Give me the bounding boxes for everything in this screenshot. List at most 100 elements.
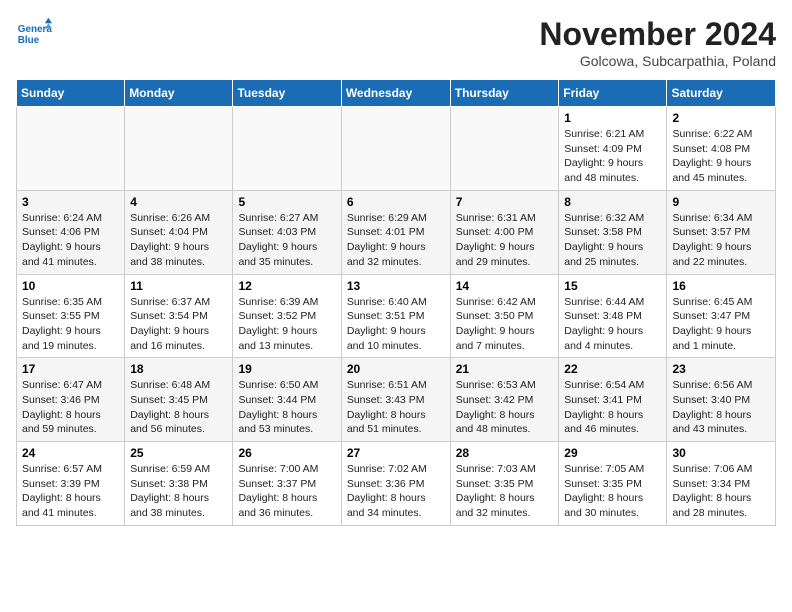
calendar-cell: 8 Sunrise: 6:32 AM Sunset: 3:58 PM Daylig… <box>559 190 667 274</box>
day-info: Sunrise: 6:40 AM Sunset: 3:51 PM Dayligh… <box>347 295 445 354</box>
calendar-cell: 3 Sunrise: 6:24 AM Sunset: 4:06 PM Daylig… <box>17 190 125 274</box>
calendar-cell: 26 Sunrise: 7:00 AM Sunset: 3:37 PM Dayli… <box>233 442 341 526</box>
calendar-cell: 30 Sunrise: 7:06 AM Sunset: 3:34 PM Dayli… <box>667 442 776 526</box>
calendar-week-1: 1 Sunrise: 6:21 AM Sunset: 4:09 PM Daylig… <box>17 107 776 191</box>
calendar-cell: 15 Sunrise: 6:44 AM Sunset: 3:48 PM Dayli… <box>559 274 667 358</box>
calendar-cell: 10Sunrise: 6:35 AM Sunset: 3:55 PM Dayli… <box>17 274 125 358</box>
calendar-cell: 24 Sunrise: 6:57 AM Sunset: 3:39 PM Dayli… <box>17 442 125 526</box>
day-info: Sunrise: 6:42 AM Sunset: 3:50 PM Dayligh… <box>456 295 554 354</box>
day-number: 21 <box>456 362 554 376</box>
calendar-cell <box>450 107 559 191</box>
calendar-cell: 25 Sunrise: 6:59 AM Sunset: 3:38 PM Dayli… <box>125 442 233 526</box>
calendar-cell: 18 Sunrise: 6:48 AM Sunset: 3:45 PM Dayli… <box>125 358 233 442</box>
day-info: Sunrise: 7:03 AM Sunset: 3:35 PM Dayligh… <box>456 462 554 521</box>
day-info: Sunrise: 6:44 AM Sunset: 3:48 PM Dayligh… <box>564 295 661 354</box>
day-number: 20 <box>347 362 445 376</box>
calendar-cell: 29Sunrise: 7:05 AM Sunset: 3:35 PM Dayli… <box>559 442 667 526</box>
day-number: 11 <box>130 279 227 293</box>
calendar-cell: 13 Sunrise: 6:40 AM Sunset: 3:51 PM Dayli… <box>341 274 450 358</box>
month-title: November 2024 <box>539 16 776 53</box>
day-number: 18 <box>130 362 227 376</box>
day-number: 27 <box>347 446 445 460</box>
day-number: 22 <box>564 362 661 376</box>
day-number: 14 <box>456 279 554 293</box>
day-number: 13 <box>347 279 445 293</box>
calendar-week-2: 3 Sunrise: 6:24 AM Sunset: 4:06 PM Daylig… <box>17 190 776 274</box>
title-block: November 2024 Golcowa, Subcarpathia, Pol… <box>539 16 776 69</box>
calendar-cell: 27 Sunrise: 7:02 AM Sunset: 3:36 PM Dayli… <box>341 442 450 526</box>
day-info: Sunrise: 6:29 AM Sunset: 4:01 PM Dayligh… <box>347 211 445 270</box>
day-number: 30 <box>672 446 770 460</box>
day-info: Sunrise: 6:48 AM Sunset: 3:45 PM Dayligh… <box>130 378 227 437</box>
calendar-week-5: 24 Sunrise: 6:57 AM Sunset: 3:39 PM Dayli… <box>17 442 776 526</box>
day-info: Sunrise: 6:45 AM Sunset: 3:47 PM Dayligh… <box>672 295 770 354</box>
weekday-header-saturday: Saturday <box>667 80 776 107</box>
day-number: 25 <box>130 446 227 460</box>
calendar-cell: 4Sunrise: 6:26 AM Sunset: 4:04 PM Daylig… <box>125 190 233 274</box>
day-info: Sunrise: 6:50 AM Sunset: 3:44 PM Dayligh… <box>238 378 335 437</box>
calendar-table: SundayMondayTuesdayWednesdayThursdayFrid… <box>16 79 776 526</box>
day-info: Sunrise: 6:59 AM Sunset: 3:38 PM Dayligh… <box>130 462 227 521</box>
calendar-cell: 5Sunrise: 6:27 AM Sunset: 4:03 PM Daylig… <box>233 190 341 274</box>
day-info: Sunrise: 6:35 AM Sunset: 3:55 PM Dayligh… <box>22 295 119 354</box>
day-info: Sunrise: 7:05 AM Sunset: 3:35 PM Dayligh… <box>564 462 661 521</box>
day-number: 6 <box>347 195 445 209</box>
calendar-cell: 9 Sunrise: 6:34 AM Sunset: 3:57 PM Daylig… <box>667 190 776 274</box>
day-info: Sunrise: 7:06 AM Sunset: 3:34 PM Dayligh… <box>672 462 770 521</box>
calendar-header: SundayMondayTuesdayWednesdayThursdayFrid… <box>17 80 776 107</box>
day-number: 15 <box>564 279 661 293</box>
calendar-cell <box>233 107 341 191</box>
day-number: 26 <box>238 446 335 460</box>
day-info: Sunrise: 6:21 AM Sunset: 4:09 PM Dayligh… <box>564 127 661 186</box>
day-number: 1 <box>564 111 661 125</box>
day-info: Sunrise: 7:00 AM Sunset: 3:37 PM Dayligh… <box>238 462 335 521</box>
calendar-cell: 7 Sunrise: 6:31 AM Sunset: 4:00 PM Daylig… <box>450 190 559 274</box>
page-header: General Blue November 2024 Golcowa, Subc… <box>16 16 776 69</box>
day-info: Sunrise: 6:22 AM Sunset: 4:08 PM Dayligh… <box>672 127 770 186</box>
day-info: Sunrise: 7:02 AM Sunset: 3:36 PM Dayligh… <box>347 462 445 521</box>
day-info: Sunrise: 6:54 AM Sunset: 3:41 PM Dayligh… <box>564 378 661 437</box>
location-subtitle: Golcowa, Subcarpathia, Poland <box>539 53 776 69</box>
calendar-cell: 23Sunrise: 6:56 AM Sunset: 3:40 PM Dayli… <box>667 358 776 442</box>
logo-icon: General Blue <box>16 16 52 52</box>
day-number: 28 <box>456 446 554 460</box>
day-info: Sunrise: 6:57 AM Sunset: 3:39 PM Dayligh… <box>22 462 119 521</box>
day-info: Sunrise: 6:39 AM Sunset: 3:52 PM Dayligh… <box>238 295 335 354</box>
day-number: 2 <box>672 111 770 125</box>
day-info: Sunrise: 6:32 AM Sunset: 3:58 PM Dayligh… <box>564 211 661 270</box>
day-info: Sunrise: 6:34 AM Sunset: 3:57 PM Dayligh… <box>672 211 770 270</box>
day-info: Sunrise: 6:24 AM Sunset: 4:06 PM Dayligh… <box>22 211 119 270</box>
day-number: 3 <box>22 195 119 209</box>
calendar-week-3: 10Sunrise: 6:35 AM Sunset: 3:55 PM Dayli… <box>17 274 776 358</box>
calendar-cell: 19Sunrise: 6:50 AM Sunset: 3:44 PM Dayli… <box>233 358 341 442</box>
calendar-cell: 11 Sunrise: 6:37 AM Sunset: 3:54 PM Dayli… <box>125 274 233 358</box>
day-info: Sunrise: 6:51 AM Sunset: 3:43 PM Dayligh… <box>347 378 445 437</box>
calendar-cell: 22 Sunrise: 6:54 AM Sunset: 3:41 PM Dayli… <box>559 358 667 442</box>
calendar-cell: 20 Sunrise: 6:51 AM Sunset: 3:43 PM Dayli… <box>341 358 450 442</box>
calendar-cell: 28 Sunrise: 7:03 AM Sunset: 3:35 PM Dayli… <box>450 442 559 526</box>
weekday-header-friday: Friday <box>559 80 667 107</box>
weekday-header-tuesday: Tuesday <box>233 80 341 107</box>
calendar-cell <box>341 107 450 191</box>
weekday-header-wednesday: Wednesday <box>341 80 450 107</box>
calendar-cell: 6 Sunrise: 6:29 AM Sunset: 4:01 PM Daylig… <box>341 190 450 274</box>
day-number: 7 <box>456 195 554 209</box>
day-info: Sunrise: 6:26 AM Sunset: 4:04 PM Dayligh… <box>130 211 227 270</box>
calendar-cell: 14 Sunrise: 6:42 AM Sunset: 3:50 PM Dayli… <box>450 274 559 358</box>
calendar-cell <box>17 107 125 191</box>
day-info: Sunrise: 6:31 AM Sunset: 4:00 PM Dayligh… <box>456 211 554 270</box>
calendar-cell: 2 Sunrise: 6:22 AM Sunset: 4:08 PM Daylig… <box>667 107 776 191</box>
day-number: 5 <box>238 195 335 209</box>
day-number: 9 <box>672 195 770 209</box>
day-number: 8 <box>564 195 661 209</box>
day-number: 24 <box>22 446 119 460</box>
calendar-cell: 1 Sunrise: 6:21 AM Sunset: 4:09 PM Daylig… <box>559 107 667 191</box>
calendar-cell: 16Sunrise: 6:45 AM Sunset: 3:47 PM Dayli… <box>667 274 776 358</box>
calendar-cell <box>125 107 233 191</box>
day-info: Sunrise: 6:37 AM Sunset: 3:54 PM Dayligh… <box>130 295 227 354</box>
logo: General Blue <box>16 16 52 52</box>
weekday-header-monday: Monday <box>125 80 233 107</box>
calendar-cell: 12Sunrise: 6:39 AM Sunset: 3:52 PM Dayli… <box>233 274 341 358</box>
day-info: Sunrise: 6:56 AM Sunset: 3:40 PM Dayligh… <box>672 378 770 437</box>
weekday-header-thursday: Thursday <box>450 80 559 107</box>
